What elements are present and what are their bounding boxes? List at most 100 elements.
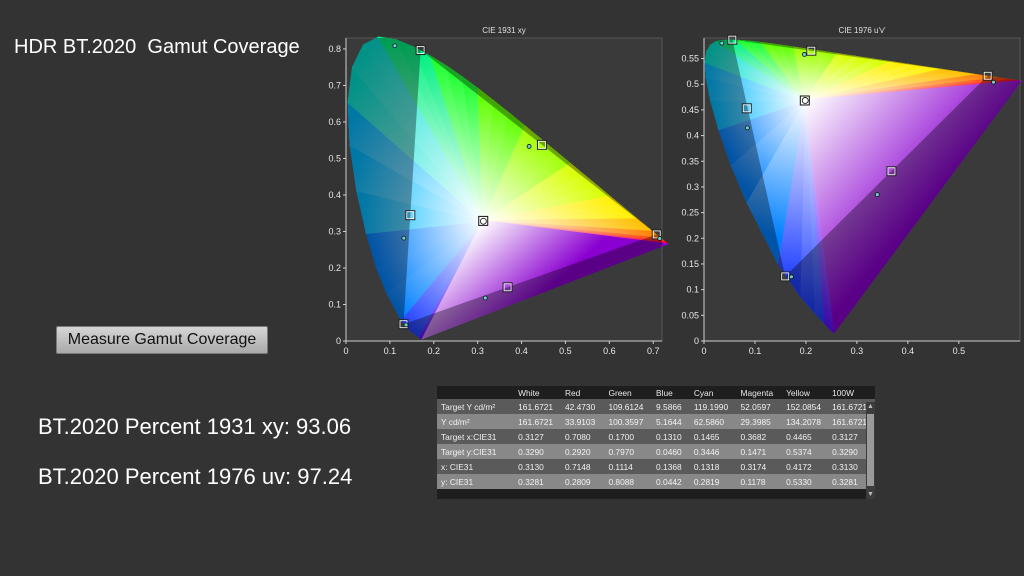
chart-0: 0 0.1 0.2 0.3 0.4 0.5 0.6 0.7 0 0.1 0.2 0.3 0.4 0.5 0.…: [328, 36, 669, 356]
column-header: Blue: [656, 387, 673, 398]
column-header: Magenta: [740, 387, 774, 398]
table-cell: 0.2819: [689, 474, 737, 489]
measured-marker: [719, 40, 725, 46]
x-tick-label: 0.1: [384, 346, 397, 356]
table-scrollbar[interactable]: ▲ ▼: [866, 402, 875, 499]
table-cell: 0.1310: [652, 429, 690, 444]
table-cell: Target y:CIE31: [437, 444, 515, 459]
y-tick-label: 0.5: [328, 153, 341, 163]
measured-marker: [482, 295, 488, 301]
x-tick-label: 0.3: [851, 346, 864, 356]
table-cell: 33.9103: [560, 414, 605, 429]
table-cell: x: CIE31: [437, 459, 515, 474]
measured-marker: [874, 192, 880, 198]
measured-marker: [403, 322, 409, 328]
y-tick-label: 0.8: [328, 44, 341, 54]
column-header: Cyan: [693, 387, 714, 398]
table-cell: 161.6721: [514, 414, 561, 429]
y-tick-label: 0.25: [681, 208, 699, 218]
table-cell: 0.0460: [652, 444, 690, 459]
chart-1: 0 0.1 0.2 0.3 0.4 0.5 0 0.05 0.1 0.15 0.2 0.25 0.3 0.…: [681, 34, 1022, 356]
table-cell: 0.0442: [652, 474, 690, 489]
y-tick-label: 0.15: [681, 259, 699, 269]
table-cell: 52.0597: [736, 399, 783, 414]
scroll-thumb[interactable]: [867, 414, 874, 486]
y-tick-label: 0.3: [328, 226, 341, 236]
y-tick-label: 0.45: [681, 105, 699, 115]
table-cell: 0.1178: [736, 474, 783, 489]
table-cell: 5.1644: [652, 414, 690, 429]
column-header: [437, 386, 514, 399]
table-cell: Y cd/m²: [437, 414, 515, 429]
x-tick-label: 0.6: [603, 346, 616, 356]
table-cell: Target x:CIE31: [437, 429, 515, 444]
x-tick-label: 0.2: [428, 346, 441, 356]
table-cell: 0.3446: [689, 444, 737, 459]
measured-marker: [526, 144, 532, 149]
table-cell: 62.5860: [689, 414, 737, 429]
column-header: Green: [608, 387, 632, 398]
table-cell: 0.7970: [604, 444, 653, 459]
table-cell: 42.4730: [560, 399, 605, 414]
y-tick-label: 0.4: [686, 131, 699, 141]
measured-marker: [991, 79, 996, 85]
y-tick-label: 0.35: [681, 156, 699, 166]
table-cell: 9.5866: [652, 399, 690, 414]
measured-marker: [789, 274, 794, 280]
table-cell: 161.6721: [514, 399, 561, 414]
table-cell: 0.4172: [782, 459, 829, 474]
table-cell: 109.6124: [604, 399, 653, 414]
y-tick-label: 0.3: [686, 182, 699, 192]
table-cell: 0.1471: [736, 444, 783, 459]
table-cell: 0.5374: [782, 444, 829, 459]
y-tick-label: 0.5: [686, 79, 699, 89]
table-row: y: CIE31 0.3281 0.2809 0.8088 0.0442 0.2819 0.…: [437, 474, 875, 489]
measured-marker: [744, 125, 750, 131]
table-cell: 0.3174: [736, 459, 783, 474]
table-row: Target x:CIE31 0.3127 0.7080 0.1700 0.1310 0.…: [437, 429, 875, 444]
table-cell: y: CIE31: [437, 474, 515, 489]
y-tick-label: 0.55: [681, 54, 699, 64]
x-tick-label: 0: [343, 346, 348, 356]
table-cell: 0.7148: [560, 459, 605, 474]
measured-marker: [401, 235, 407, 241]
x-tick-label: 0.5: [953, 346, 966, 356]
column-header: Red: [564, 387, 581, 398]
table-cell: 0.1318: [689, 459, 737, 474]
table-row: x: CIE31 0.3130 0.7148 0.1114 0.1368 0.1318 0.…: [437, 459, 875, 474]
table-cell: 29.3985: [736, 414, 783, 429]
table-cell: 0.1368: [652, 459, 690, 474]
table-cell: 119.1990: [689, 399, 737, 414]
measured-marker: [657, 236, 663, 241]
table-cell: 152.0854: [782, 399, 829, 414]
table-cell: 0.8088: [604, 474, 653, 489]
x-tick-label: 0.3: [471, 346, 484, 356]
table-cell: 0.3281: [514, 474, 561, 489]
column-header: White: [518, 387, 540, 398]
table-cell: 0.1700: [604, 429, 653, 444]
table-row: Y cd/m² 161.6721 33.9103 100.3597 5.1644 62.5…: [437, 414, 875, 429]
measured-marker: [802, 52, 807, 57]
y-tick-label: 0.1: [686, 285, 699, 295]
table-cell: 0.1465: [689, 429, 737, 444]
y-tick-label: 0.2: [328, 263, 341, 273]
x-tick-label: 0.2: [800, 346, 813, 356]
measured-marker: [392, 43, 398, 49]
y-tick-label: 0.05: [681, 310, 699, 320]
scroll-up-icon[interactable]: ▲: [866, 402, 875, 411]
table-header-row: White Red Green Blue Cyan Magenta Yellow 100W: [437, 386, 875, 399]
table-cell: 0.1114: [604, 459, 653, 474]
table-cell: 0.3130: [514, 459, 561, 474]
table-cell: 0.2809: [560, 474, 605, 489]
x-tick-label: 0.5: [559, 346, 572, 356]
table-cell: 0.4465: [782, 429, 829, 444]
column-header: Yellow: [786, 387, 810, 398]
scroll-down-icon[interactable]: ▼: [866, 490, 875, 499]
y-tick-label: 0.2: [686, 233, 699, 243]
table-cell: Target Y cd/m²: [437, 399, 515, 414]
table-cell: 0.2920: [560, 444, 605, 459]
x-tick-label: 0.4: [902, 346, 915, 356]
y-tick-label: 0.4: [328, 190, 341, 200]
y-tick-label: 0.7: [328, 80, 341, 90]
table-cell: 100.3597: [604, 414, 653, 429]
